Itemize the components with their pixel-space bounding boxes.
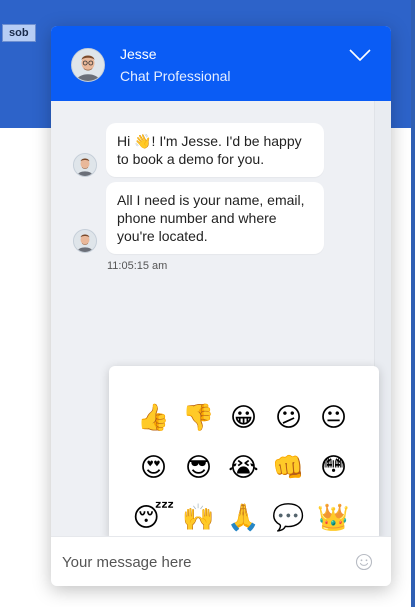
emoji-crown[interactable]: 👑 — [311, 492, 356, 542]
message-input[interactable] — [60, 547, 344, 577]
emoji-toggle-button[interactable] — [355, 553, 373, 571]
emoji-thumbs-up[interactable]: 👍 — [131, 392, 176, 442]
emoji-sunglasses[interactable]: 😎 — [176, 442, 221, 492]
composer-bar — [51, 536, 391, 586]
emoji-speech-bubble[interactable]: 💬 — [266, 492, 311, 542]
page-edge-bar — [411, 0, 415, 607]
emoji-picker: 👍 👎 😀 😕 😐 😍 😎 😭 👊 😳 😴 🙌 🙏 💬 👑 — [109, 366, 379, 541]
emoji-sleeping[interactable]: 😴 — [131, 492, 176, 542]
chat-header: Jesse Chat Professional — [51, 26, 391, 101]
collapse-button[interactable] — [347, 46, 373, 64]
chat-message: All I need is your name, email, phone nu… — [106, 182, 324, 254]
emoji-heart-eyes[interactable]: 😍 — [131, 442, 176, 492]
emoji-grinning[interactable]: 😀 — [221, 392, 266, 442]
agent-role: Chat Professional — [120, 68, 231, 84]
agent-name: Jesse — [120, 46, 157, 62]
emoji-folded-hands[interactable]: 🙏 — [221, 492, 266, 542]
message-timestamp: 11:05:15 am — [107, 260, 168, 272]
emoji-flushed[interactable]: 😳 — [311, 442, 356, 492]
message-avatar — [73, 229, 97, 253]
emoji-thumbs-down[interactable]: 👎 — [176, 392, 221, 442]
agent-avatar — [71, 48, 105, 82]
smiley-icon — [355, 553, 373, 571]
emoji-raised-hands[interactable]: 🙌 — [176, 492, 221, 542]
sob-tag[interactable]: sob — [2, 24, 36, 42]
chevron-down-icon — [349, 49, 371, 61]
emoji-fist[interactable]: 👊 — [266, 442, 311, 492]
emoji-confused[interactable]: 😕 — [266, 392, 311, 442]
emoji-grid: 👍 👎 😀 😕 😐 😍 😎 😭 👊 😳 😴 🙌 🙏 💬 👑 — [131, 392, 361, 542]
chat-widget: Jesse Chat Professional Hi 👋! I'm Jesse.… — [51, 26, 391, 586]
message-avatar — [73, 153, 97, 177]
emoji-crying[interactable]: 😭 — [221, 442, 266, 492]
chat-message: Hi 👋! I'm Jesse. I'd be happy to book a … — [106, 123, 324, 177]
emoji-neutral[interactable]: 😐 — [311, 392, 356, 442]
